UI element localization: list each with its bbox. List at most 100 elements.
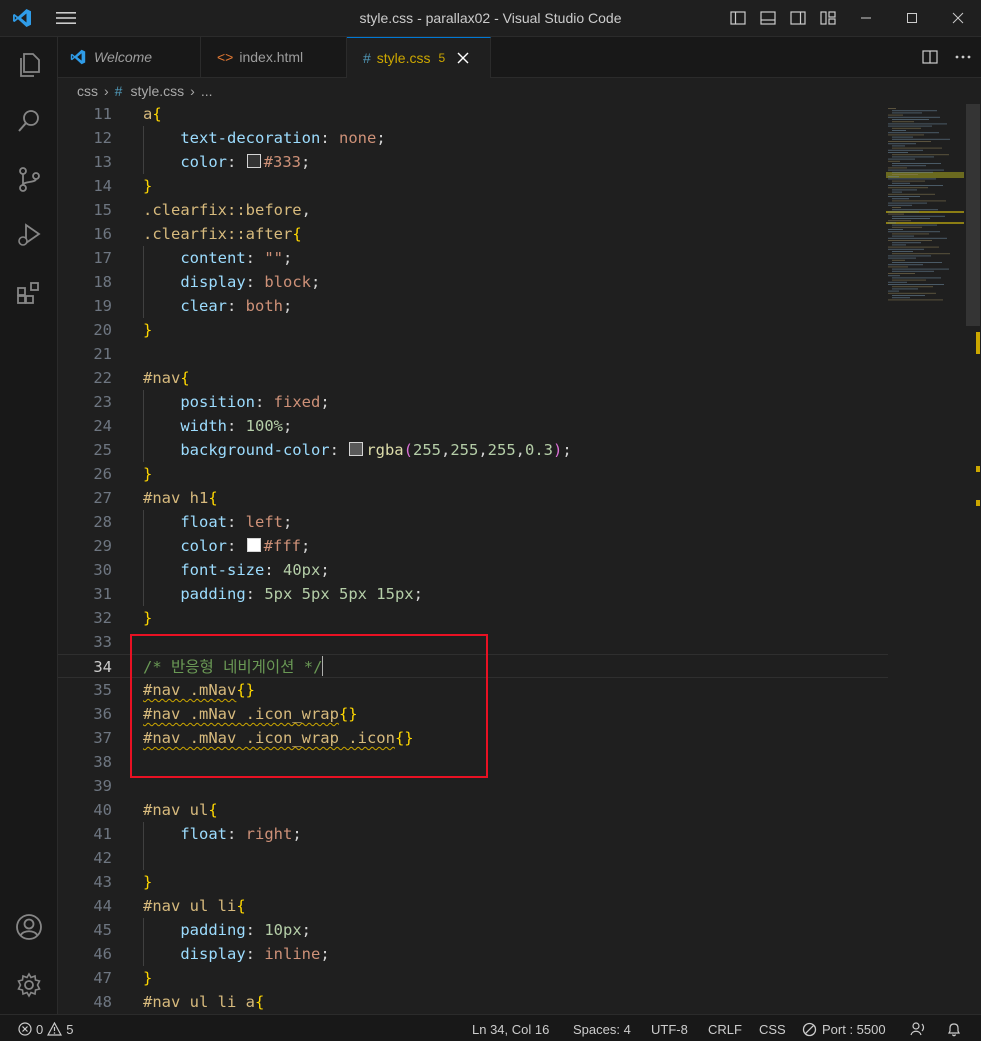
line-number: 45 xyxy=(93,921,112,939)
minimize-icon[interactable] xyxy=(843,0,889,36)
search-icon[interactable] xyxy=(0,97,57,145)
line-number: 44 xyxy=(93,897,112,915)
line-number: 20 xyxy=(93,321,112,339)
code-line[interactable]: 32} xyxy=(58,606,888,630)
code-token: ( xyxy=(403,441,413,459)
code-line[interactable]: 22 #nav{ xyxy=(58,366,888,390)
live-server-status[interactable]: Port : 5500 xyxy=(802,1020,886,1038)
code-line[interactable]: 40 #nav ul{ xyxy=(58,798,888,822)
code-editor[interactable]: 11 a{12 text-decoration: none; 13 color: #… xyxy=(58,104,981,1014)
code-token: { xyxy=(292,225,302,243)
scrollbar-thumb[interactable] xyxy=(966,104,980,326)
color-swatch[interactable] xyxy=(246,154,261,168)
color-swatch[interactable] xyxy=(246,538,261,552)
source-control-icon[interactable] xyxy=(0,155,57,203)
minimap-line xyxy=(888,284,944,285)
code-line[interactable]: 29 color: #fff; xyxy=(58,534,888,558)
eol-setting[interactable]: CRLF xyxy=(708,1020,742,1038)
run-debug-icon[interactable] xyxy=(0,211,57,259)
code-token: ; xyxy=(301,153,311,171)
code-line[interactable]: 19 clear: both; xyxy=(58,294,888,318)
code-line[interactable]: 25 background-color: rgba(255,255,255,0.… xyxy=(58,438,888,462)
code-line[interactable]: 16 .clearfix::after{ xyxy=(58,222,888,246)
breadcrumb-symbol[interactable]: ... xyxy=(201,83,213,99)
code-line[interactable]: 42 xyxy=(58,846,888,870)
code-line[interactable]: 17 content: ""; xyxy=(58,246,888,270)
code-line[interactable]: 41 float: right; xyxy=(58,822,888,846)
code-line[interactable]: 44 #nav ul li{ xyxy=(58,894,888,918)
problems-status[interactable]: 0 5 xyxy=(18,1020,73,1038)
minimap-line xyxy=(892,171,933,173)
line-number: 21 xyxy=(93,345,112,363)
accounts-broadcast-icon[interactable] xyxy=(910,1020,926,1038)
maximize-icon[interactable] xyxy=(889,0,935,36)
code-line[interactable]: 24 width: 100%; xyxy=(58,414,888,438)
code-line[interactable]: 46 display: inline; xyxy=(58,942,888,966)
code-line[interactable]: 21 xyxy=(58,342,888,366)
close-tab-icon[interactable] xyxy=(457,52,469,64)
language-mode[interactable]: CSS xyxy=(759,1020,786,1038)
code-token: : xyxy=(254,393,274,411)
code-line[interactable]: 27 #nav h1{ xyxy=(58,486,888,510)
code-token: ; xyxy=(320,945,330,963)
code-text: .clearfix::after{ xyxy=(143,222,302,246)
minimap-line xyxy=(892,189,917,191)
code-text: } xyxy=(143,870,152,894)
toggle-secondary-sidebar-icon[interactable] xyxy=(783,0,813,36)
code-line[interactable]: 20} xyxy=(58,318,888,342)
color-swatch[interactable] xyxy=(349,442,364,456)
account-icon[interactable] xyxy=(0,903,57,951)
minimap-line xyxy=(888,255,931,257)
encoding-setting[interactable]: UTF-8 xyxy=(651,1020,688,1038)
tab-welcome[interactable]: Welcome xyxy=(58,37,201,77)
line-number: 29 xyxy=(93,537,112,555)
code-line[interactable]: 14} xyxy=(58,174,888,198)
code-token: width xyxy=(180,417,227,435)
code-line[interactable]: 15 .clearfix::before, xyxy=(58,198,888,222)
code-line[interactable]: 28 float: left; xyxy=(58,510,888,534)
tab-style-css[interactable]: # style.css 5 xyxy=(347,37,491,78)
minimap[interactable] xyxy=(884,104,964,1014)
code-line[interactable]: 47} xyxy=(58,966,888,990)
indentation-setting[interactable]: Spaces: 4 xyxy=(573,1020,631,1038)
code-line[interactable]: 12 text-decoration: none; xyxy=(58,126,888,150)
customize-layout-icon[interactable] xyxy=(813,0,843,36)
no-entry-icon xyxy=(802,1022,817,1036)
extensions-icon[interactable] xyxy=(0,269,57,317)
toggle-panel-icon[interactable] xyxy=(753,0,783,36)
tab-index-html[interactable]: <> index.html xyxy=(201,37,347,77)
code-line[interactable]: 18 display: block; xyxy=(58,270,888,294)
code-line[interactable]: 48 #nav ul li a{ xyxy=(58,990,888,1014)
code-line[interactable]: 23 position: fixed; xyxy=(58,390,888,414)
split-editor-icon[interactable] xyxy=(915,49,945,65)
code-token: ; xyxy=(283,297,293,315)
manage-gear-icon[interactable] xyxy=(0,961,57,1009)
port-label: Port : 5500 xyxy=(822,1021,886,1037)
code-line[interactable]: 30 font-size: 40px; xyxy=(58,558,888,582)
html-icon: <> xyxy=(217,49,234,65)
more-actions-icon[interactable] xyxy=(945,55,981,59)
code-line[interactable]: 31 padding: 5px 5px 5px 15px; xyxy=(58,582,888,606)
explorer-icon[interactable] xyxy=(0,41,57,89)
vertical-scrollbar[interactable] xyxy=(964,104,981,1014)
code-line[interactable]: 26} xyxy=(58,462,888,486)
code-line[interactable]: 11 a{ xyxy=(58,104,888,126)
notifications-bell-icon[interactable] xyxy=(946,1020,962,1038)
toggle-primary-sidebar-icon[interactable] xyxy=(723,0,753,36)
line-number: 37 xyxy=(93,729,112,747)
code-line[interactable]: 13 color: #333; xyxy=(58,150,888,174)
code-text: background-color: rgba(255,255,255,0.3); xyxy=(143,438,571,462)
code-line[interactable]: 45 padding: 10px; xyxy=(58,918,888,942)
minimap-line xyxy=(888,264,923,266)
breadcrumb-folder[interactable]: css xyxy=(77,83,98,99)
breadcrumb-file[interactable]: style.css xyxy=(130,83,184,99)
code-line[interactable]: 43} xyxy=(58,870,888,894)
code-token: color xyxy=(180,537,227,555)
code-token: } xyxy=(143,321,153,339)
cursor-position[interactable]: Ln 34, Col 16 xyxy=(472,1020,549,1038)
close-window-icon[interactable] xyxy=(935,0,981,36)
minimap-line xyxy=(888,185,943,186)
code-token: ; xyxy=(413,585,423,603)
